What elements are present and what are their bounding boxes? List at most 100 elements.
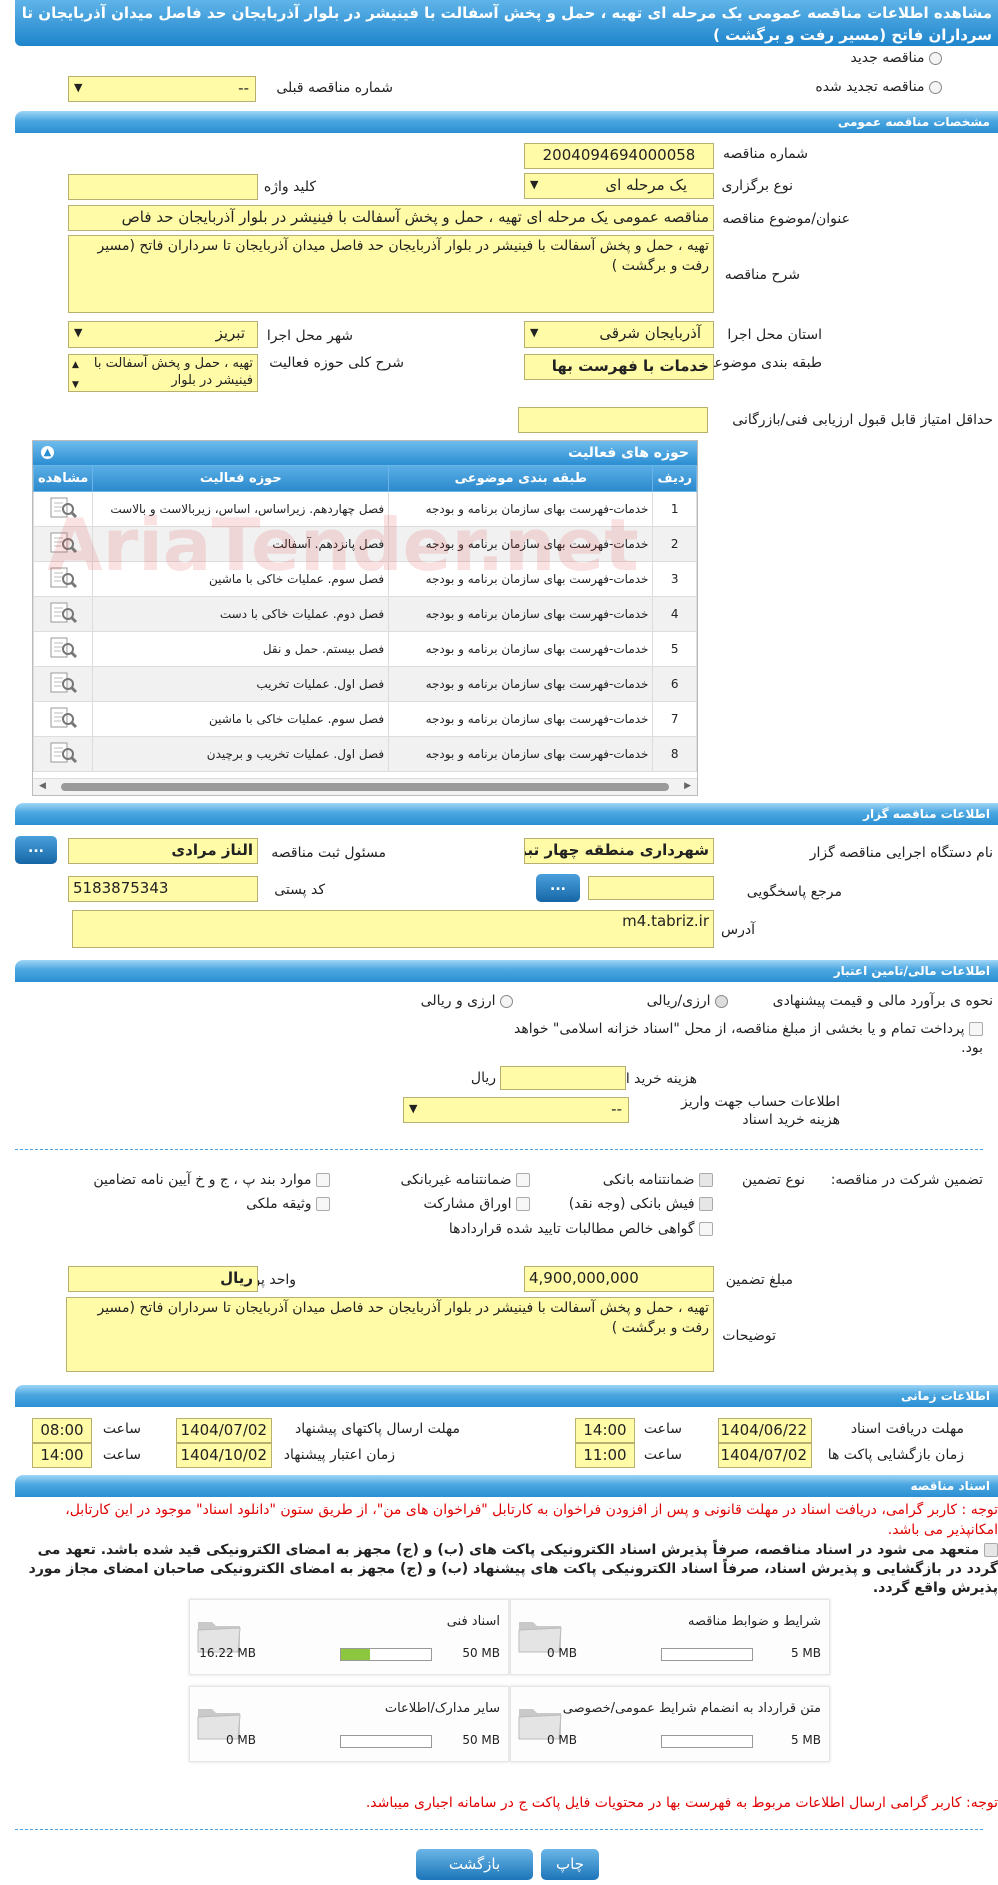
doc-fee-field[interactable] xyxy=(500,1066,626,1090)
scroll-up-icon[interactable]: ▲ xyxy=(72,357,79,374)
tender-number-field[interactable]: 2004094694000058 xyxy=(524,143,714,169)
checkbox-icon[interactable] xyxy=(516,1197,530,1211)
description-field[interactable]: تهیه ، حمل و پخش آسفالت با فینیشر در بلو… xyxy=(68,235,714,313)
guarantee-label: تضمین شرکت در مناقصه: xyxy=(830,1172,983,1188)
ref-field[interactable] xyxy=(588,876,714,900)
scroll-right-icon[interactable]: ▶ xyxy=(684,781,691,791)
document-card[interactable]: متن قرارداد به انضمام شرایط عمومی/خصوصی 5… xyxy=(510,1686,830,1762)
treasury-checkbox[interactable]: پرداخت تمام و یا بخشی از مبلغ مناقصه، از… xyxy=(513,1020,983,1058)
row-number: 8 xyxy=(652,736,697,772)
print-button[interactable]: چاپ xyxy=(541,1849,599,1880)
keyword-field[interactable] xyxy=(68,174,258,200)
scroll-down-icon[interactable]: ▼ xyxy=(72,377,79,391)
postal-label: کد پستی xyxy=(274,882,325,898)
view-icon[interactable] xyxy=(33,666,94,702)
check-nonbank-guarantee[interactable]: ضمانتنامه غیربانکی xyxy=(401,1172,530,1188)
open-date[interactable]: 1404/07/02 xyxy=(718,1443,812,1468)
category-label: طبقه بندی موضوعی xyxy=(702,355,822,371)
document-card[interactable]: شرایط و ضوابط مناقصه 5 MB 0 MB xyxy=(510,1599,830,1675)
city-select[interactable]: تبریز ▼ xyxy=(68,321,258,348)
city-label: شهر محل اجرا xyxy=(266,328,353,344)
valid-date[interactable]: 1404/10/02 xyxy=(176,1443,272,1468)
radio-icon[interactable] xyxy=(715,994,728,1008)
prev-tender-label: شماره مناقصه قبلی xyxy=(276,80,393,96)
address-field[interactable]: m4.tabriz.ir xyxy=(72,910,714,948)
back-button[interactable]: بازگشت xyxy=(416,1849,533,1880)
chevron-down-icon: ▼ xyxy=(530,178,539,191)
holding-type-select[interactable]: یک مرحله ای ▼ xyxy=(524,173,714,199)
open-time[interactable]: 11:00 xyxy=(575,1443,635,1468)
radio-fx-and-rial[interactable]: ارزی و ریالی xyxy=(421,993,513,1009)
notes-field[interactable]: تهیه ، حمل و پخش آسفالت با فینیشر در بلو… xyxy=(66,1297,714,1372)
view-icon[interactable] xyxy=(33,736,94,772)
checkbox-icon[interactable] xyxy=(699,1222,713,1236)
radio-renewed-tender[interactable]: مناقصه تجدید شده xyxy=(815,79,942,95)
scroll-thumb[interactable] xyxy=(61,783,669,791)
divider xyxy=(15,1829,983,1830)
description-label: شرح مناقصه xyxy=(724,267,800,283)
doc-receive-date[interactable]: 1404/06/22 xyxy=(718,1418,812,1443)
check-bank-guarantee[interactable]: ضمانتنامه بانکی xyxy=(603,1172,713,1188)
check-cash[interactable]: فیش بانکی (وجه نقد) xyxy=(569,1196,713,1212)
view-icon[interactable] xyxy=(33,596,94,632)
check-receivables[interactable]: گواهی خالص مطالبات تایید شده قراردادها xyxy=(449,1221,713,1237)
row-number: 2 xyxy=(652,526,697,562)
document-card[interactable]: سایر مدارک/اطلاعات 50 MB 0 MB xyxy=(189,1686,509,1762)
checkbox-icon[interactable] xyxy=(699,1173,713,1187)
valid-time[interactable]: 14:00 xyxy=(32,1443,92,1468)
bottom-note: توجه: کاربر گرامی ارسال اطلاعات مربوط به… xyxy=(365,1795,998,1811)
scroll-left-icon[interactable]: ◀ xyxy=(39,781,46,791)
view-icon[interactable] xyxy=(33,701,94,737)
doc-fee-unit: ریال xyxy=(470,1070,496,1086)
doc-receive-time[interactable]: 14:00 xyxy=(575,1418,635,1443)
chevron-down-icon: ▼ xyxy=(530,326,539,339)
category-field[interactable]: خدمات با فهرست بها xyxy=(524,354,714,380)
pledge-checkbox[interactable]: متعهد می شود در اسناد مناقصه، صرفاً پذیر… xyxy=(15,1541,998,1598)
min-score-field[interactable] xyxy=(518,407,708,433)
row-category: خدمات-فهرست بهای سازمان برنامه و بودجه xyxy=(388,631,654,667)
radio-rial-fx[interactable]: ارزی/ریالی xyxy=(647,993,728,1009)
official-field[interactable]: الناز مرادی xyxy=(68,838,258,864)
send-time[interactable]: 08:00 xyxy=(32,1418,92,1443)
document-card-used: 16.22 MB xyxy=(199,1646,256,1660)
document-card[interactable]: اسناد فنی 50 MB 16.22 MB xyxy=(189,1599,509,1675)
view-icon[interactable] xyxy=(33,631,94,667)
activity-desc-field[interactable]: تهیه ، حمل و پخش آسفالت با فینیشر در بلو… xyxy=(68,354,258,392)
col-row: ردیف xyxy=(652,465,697,492)
collapse-icon[interactable]: ▲ xyxy=(41,446,54,459)
table-row: 8 خدمات-فهرست بهای سازمان برنامه و بودجه ف… xyxy=(33,736,697,772)
account-select[interactable]: -- ▼ xyxy=(403,1097,629,1123)
checkbox-icon[interactable] xyxy=(969,1022,983,1036)
org-field[interactable]: شهرداری منطقه چهار تبریز xyxy=(524,838,714,864)
radio-icon[interactable] xyxy=(500,994,513,1008)
checkbox-icon[interactable] xyxy=(316,1197,330,1211)
radio-new-tender[interactable]: مناقصه جدید xyxy=(851,50,942,66)
checkbox-icon[interactable] xyxy=(316,1173,330,1187)
prev-tender-select[interactable]: -- ▼ xyxy=(68,76,256,102)
account-label: اطلاعات حساب جهت واریز هزینه خرید اسناد xyxy=(680,1094,840,1128)
radio-icon[interactable] xyxy=(929,51,942,65)
document-card-used: 0 MB xyxy=(225,1733,256,1747)
send-date[interactable]: 1404/07/02 xyxy=(176,1418,272,1443)
check-cases[interactable]: موارد بند پ ، ج و خ آیین نامه تضامین xyxy=(93,1172,330,1188)
ref-lookup-button[interactable]: ... xyxy=(536,874,580,902)
official-label: مسئول ثبت مناقصه xyxy=(271,845,386,861)
amount-field[interactable]: 4,900,000,000 xyxy=(524,1266,714,1292)
notes-label: توضیحات xyxy=(722,1328,776,1344)
postal-field[interactable]: 5183875343 xyxy=(68,876,258,902)
watermark: AriaTender.net xyxy=(47,503,639,587)
checkbox-icon[interactable] xyxy=(699,1197,713,1211)
province-select[interactable]: آذربایجان شرقی ▼ xyxy=(524,321,714,348)
subject-label: عنوان/موضوع مناقصه xyxy=(722,211,850,227)
subject-field[interactable]: مناقصه عمومی یک مرحله ای تهیه ، حمل و پخ… xyxy=(68,205,714,231)
radio-icon[interactable] xyxy=(929,80,942,94)
tender-number-label: شماره مناقصه xyxy=(723,146,808,162)
check-bonds[interactable]: اوراق مشارکت xyxy=(424,1196,530,1212)
official-lookup-button[interactable]: ... xyxy=(15,836,57,864)
send-time-label: ساعت xyxy=(102,1421,141,1437)
checkbox-icon[interactable] xyxy=(516,1173,530,1187)
checkbox-icon[interactable] xyxy=(984,1543,998,1557)
check-property[interactable]: وثیقه ملکی xyxy=(246,1196,330,1212)
currency-field[interactable]: ریال xyxy=(68,1266,258,1292)
horizontal-scrollbar[interactable]: ▶ ◀ xyxy=(33,778,697,795)
